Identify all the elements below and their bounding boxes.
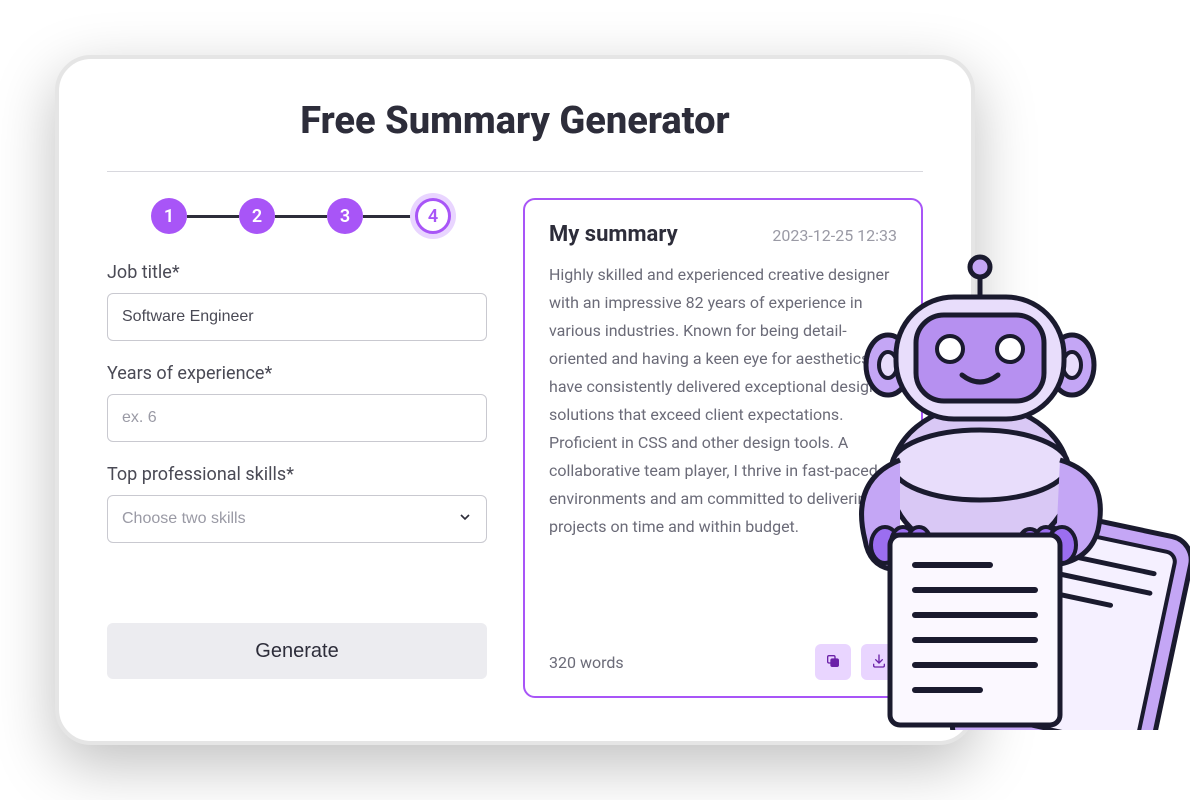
skills-label: Top professional skills* [107, 464, 487, 485]
step-line [363, 215, 415, 218]
divider [107, 171, 923, 172]
summary-body: Highly skilled and experienced creative … [549, 261, 897, 632]
download-button[interactable] [861, 644, 897, 680]
years-label: Years of experience* [107, 363, 487, 384]
summary-footer: 320 words [549, 644, 897, 680]
summary-panel: My summary 2023-12-25 12:33 Highly skill… [523, 198, 923, 698]
field-years: Years of experience* [107, 363, 487, 442]
copy-icon [825, 653, 841, 672]
stepper: 1 2 3 4 [151, 198, 487, 234]
years-input[interactable] [107, 394, 487, 442]
copy-button[interactable] [815, 644, 851, 680]
job-title-input[interactable] [107, 293, 487, 341]
step-4[interactable]: 4 [415, 198, 451, 234]
field-job-title: Job title* [107, 262, 487, 341]
form-column: 1 2 3 4 Job title* Years of experience* … [107, 198, 487, 698]
step-2[interactable]: 2 [239, 198, 275, 234]
page-title: Free Summary Generator [107, 99, 923, 143]
summary-column: My summary 2023-12-25 12:33 Highly skill… [523, 198, 923, 698]
generator-card: Free Summary Generator 1 2 3 4 Job title… [55, 55, 975, 745]
field-skills: Top professional skills* [107, 464, 487, 543]
job-title-label: Job title* [107, 262, 487, 283]
summary-title: My summary [549, 222, 678, 247]
step-3[interactable]: 3 [327, 198, 363, 234]
step-line [275, 215, 327, 218]
summary-header: My summary 2023-12-25 12:33 [549, 222, 897, 247]
summary-timestamp: 2023-12-25 12:33 [772, 226, 897, 245]
word-count: 320 words [549, 653, 624, 672]
download-icon [871, 653, 887, 672]
step-line [187, 215, 239, 218]
columns: 1 2 3 4 Job title* Years of experience* … [107, 198, 923, 698]
skills-select[interactable] [107, 495, 487, 543]
generate-button[interactable]: Generate [107, 623, 487, 679]
step-1[interactable]: 1 [151, 198, 187, 234]
summary-actions [815, 644, 897, 680]
skills-input[interactable] [107, 495, 487, 543]
